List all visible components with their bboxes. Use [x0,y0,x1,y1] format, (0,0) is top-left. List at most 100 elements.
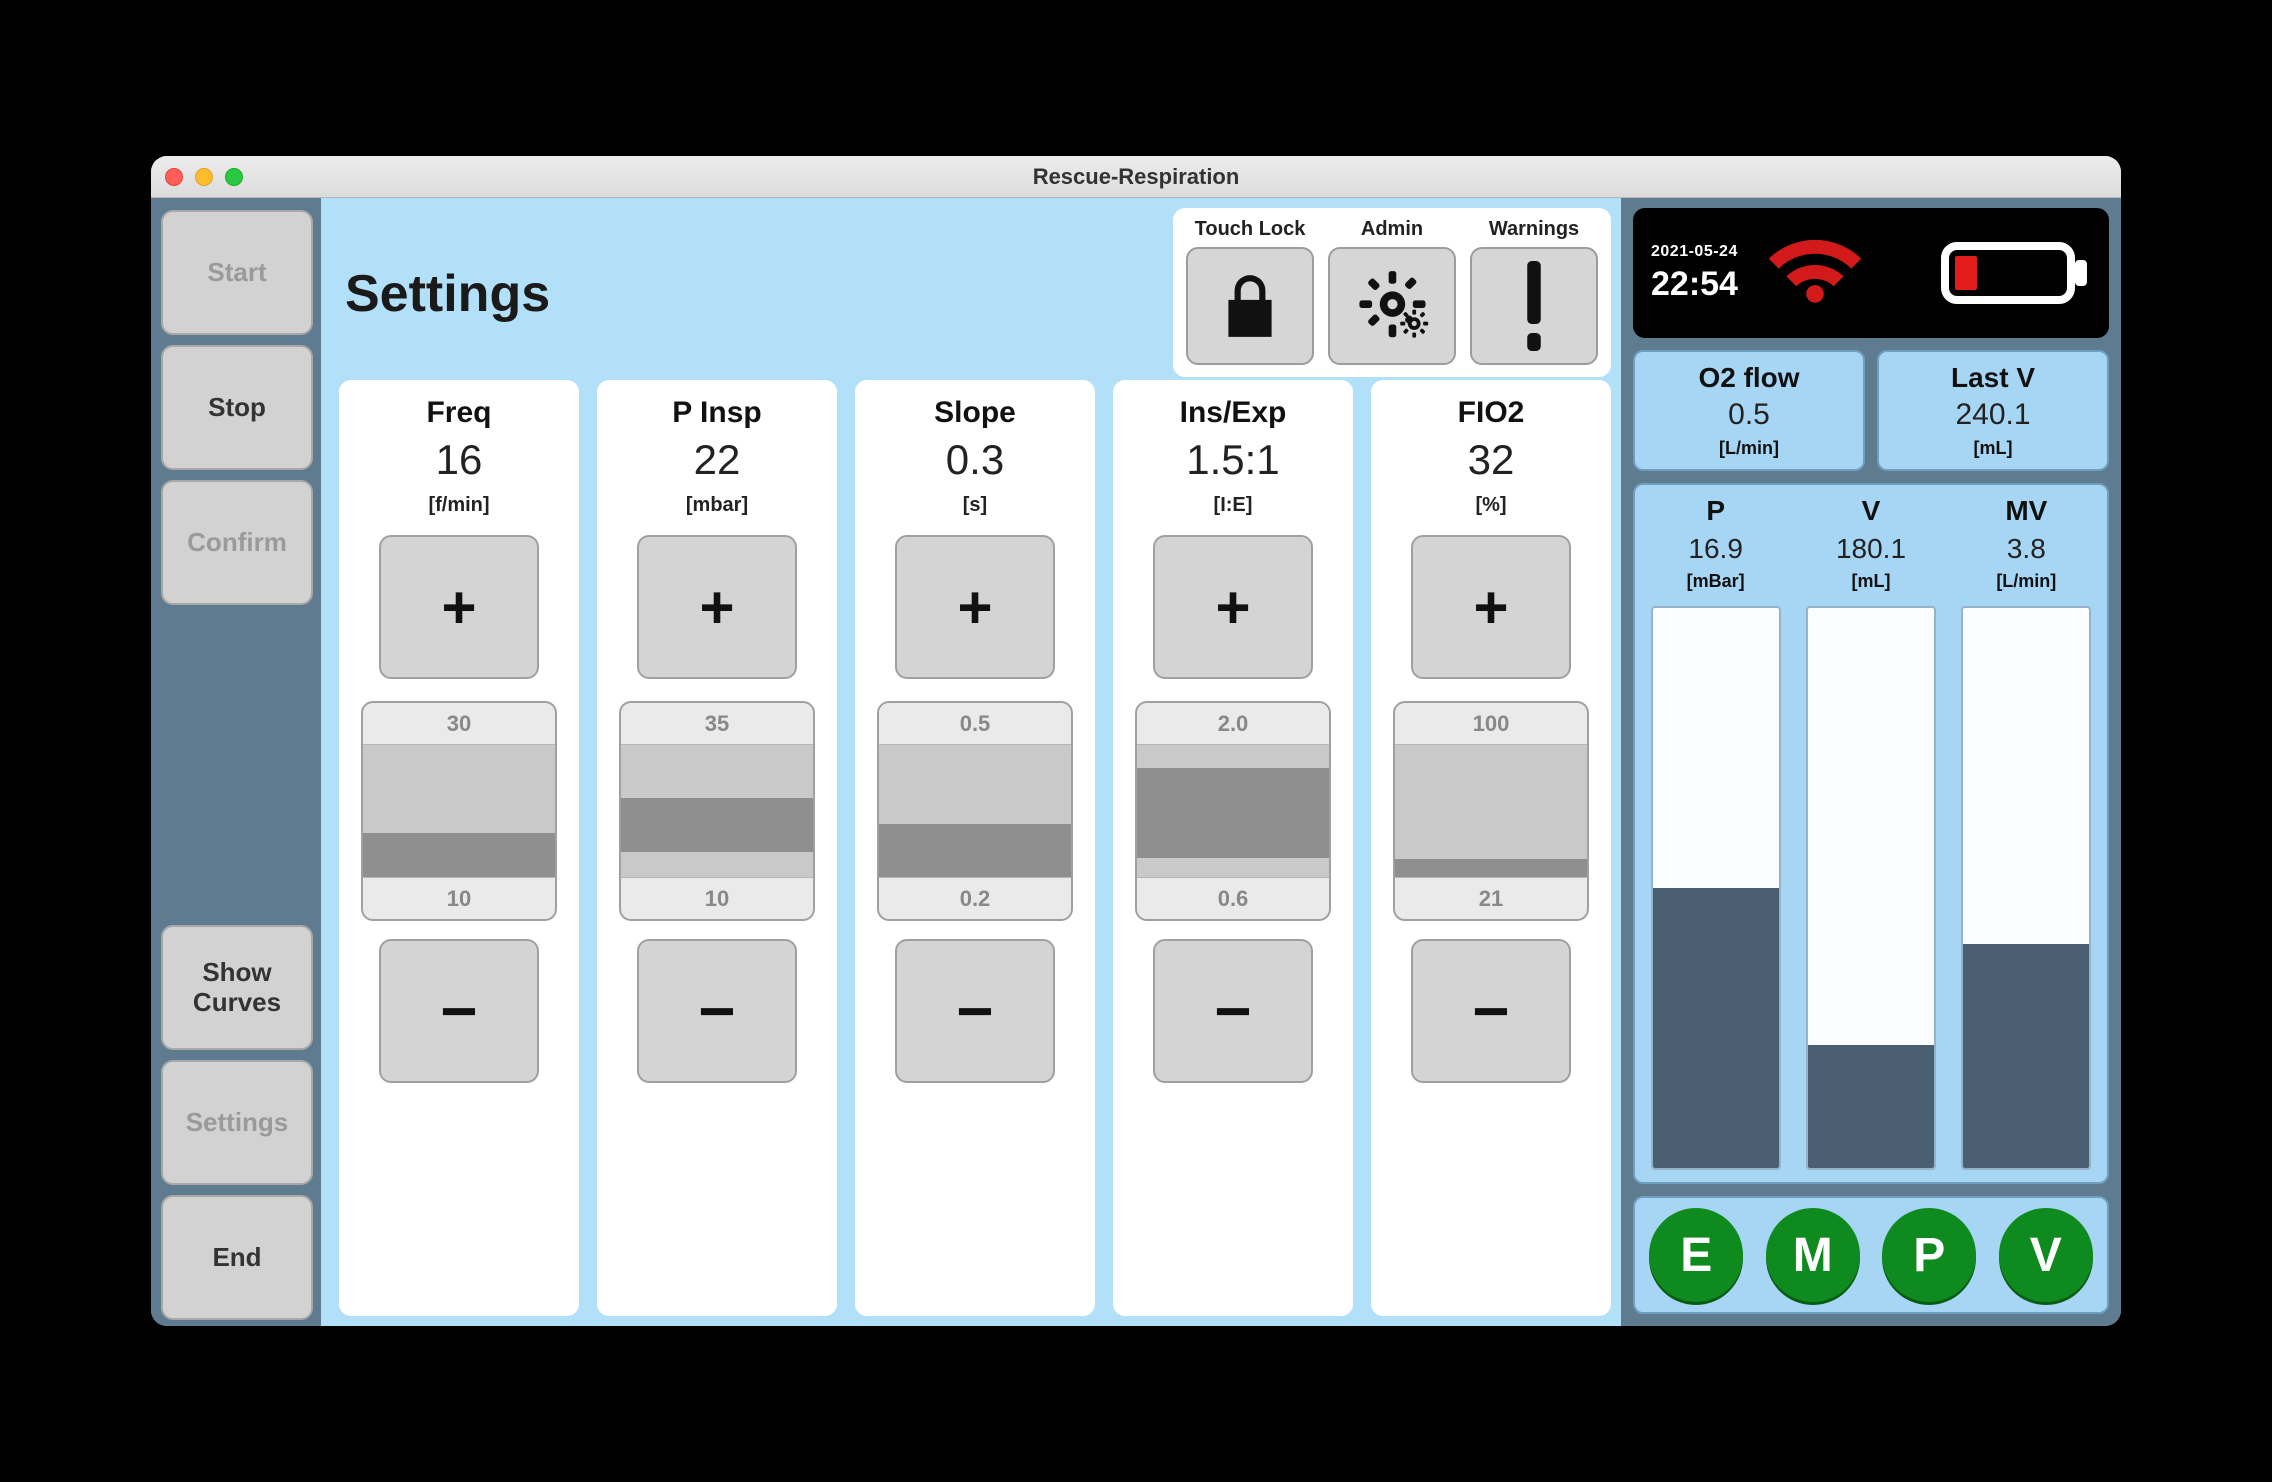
card-unit: [L/min] [1719,438,1779,459]
meter-bar [1651,606,1781,1170]
close-icon[interactable] [165,168,183,186]
letter-p-button[interactable]: P [1882,1208,1976,1302]
traffic-lights [165,168,243,186]
fio2-slider[interactable]: 100 21 [1393,701,1589,921]
pinsp-slider[interactable]: 35 10 [619,701,815,921]
toolbar: Touch Lock Admin [1173,208,1611,377]
col-value: 1.5:1 [1186,436,1279,484]
slope-plus-button[interactable]: + [895,535,1055,679]
show-curves-button[interactable]: Show Curves [161,925,313,1050]
slope-slider[interactable]: 0.5 0.2 [877,701,1073,921]
col-title: P Insp [672,396,761,430]
insexp-plus-button[interactable]: + [1153,535,1313,679]
fio2-minus-button[interactable]: − [1411,939,1571,1083]
card-value: 240.1 [1955,398,2030,432]
col-unit: [f/min] [428,494,489,517]
card-value: 0.5 [1728,398,1770,432]
col-value: 22 [694,436,741,484]
right-panel: 2021-05-24 22:54 O2 flow 0.5 [1621,198,2121,1326]
setting-col-slope: Slope 0.3 [s] + 0.5 0.2 − [855,380,1095,1316]
slider-thumb[interactable] [621,798,813,852]
meter-fill [1963,944,2089,1168]
page-title: Settings [345,264,550,324]
insexp-minus-button[interactable]: − [1153,939,1313,1083]
insexp-slider[interactable]: 2.0 0.6 [1135,701,1331,921]
lastv-card: Last V 240.1 [mL] [1877,350,2109,471]
app-body: Start Stop Confirm Show Curves Settings … [151,198,2121,1326]
meter-value: 180.1 [1836,533,1906,565]
fio2-plus-button[interactable]: + [1411,535,1571,679]
stop-button[interactable]: Stop [161,345,313,470]
warnings-button[interactable] [1470,247,1598,365]
slider-min: 21 [1395,877,1587,919]
slider-min: 10 [363,877,555,919]
touch-lock-label: Touch Lock [1195,218,1306,241]
meter-bar [1961,606,2091,1170]
meter-value: 3.8 [2007,533,2046,565]
col-title: Slope [934,396,1016,430]
main-header: Settings Touch Lock Admin [339,208,1611,378]
admin-cell: Admin [1327,218,1457,365]
letter-v-button[interactable]: V [1999,1208,2093,1302]
meter-v: V 180.1 [mL] [1800,495,1941,1170]
meter-value: 16.9 [1688,533,1743,565]
admin-button[interactable] [1328,247,1456,365]
warnings-cell: Warnings [1469,218,1599,365]
slider-thumb[interactable] [1395,859,1587,877]
settings-columns: Freq 16 [f/min] + 30 10 − P Insp [339,380,1611,1316]
col-unit: [s] [963,494,987,517]
o2flow-card: O2 flow 0.5 [L/min] [1633,350,1865,471]
meters-card: P 16.9 [mBar] V 180.1 [mL] MV 3.8 [L/min… [1633,483,2109,1184]
status-date: 2021-05-24 [1651,243,1738,261]
slider-max: 30 [363,703,555,745]
zoom-icon[interactable] [225,168,243,186]
app-window: Rescue-Respiration Start Stop Confirm Sh… [151,156,2121,1326]
col-title: FIO2 [1458,396,1525,430]
card-title: O2 flow [1698,362,1799,394]
start-button[interactable]: Start [161,210,313,335]
warnings-label: Warnings [1489,218,1579,241]
freq-plus-button[interactable]: + [379,535,539,679]
slider-thumb[interactable] [879,824,1071,878]
battery-icon [1941,238,2091,308]
meter-title: V [1862,495,1881,527]
sidebar: Start Stop Confirm Show Curves Settings … [151,198,321,1326]
slope-minus-button[interactable]: − [895,939,1055,1083]
meter-unit: [mL] [1851,571,1890,592]
slider-max: 2.0 [1137,703,1329,745]
setting-col-insexp: Ins/Exp 1.5:1 [I:E] + 2.0 0.6 − [1113,380,1353,1316]
pinsp-plus-button[interactable]: + [637,535,797,679]
col-unit: [%] [1475,494,1506,517]
touch-lock-button[interactable] [1186,247,1314,365]
meter-bar [1806,606,1936,1170]
card-title: Last V [1951,362,2035,394]
slider-thumb[interactable] [1137,768,1329,858]
minimize-icon[interactable] [195,168,213,186]
freq-minus-button[interactable]: − [379,939,539,1083]
meter-fill [1808,1045,1934,1168]
letter-e-button[interactable]: E [1649,1208,1743,1302]
meter-title: P [1706,495,1725,527]
end-button[interactable]: End [161,1195,313,1320]
confirm-button[interactable]: Confirm [161,480,313,605]
slider-min: 0.6 [1137,877,1329,919]
pinsp-minus-button[interactable]: − [637,939,797,1083]
lock-icon [1213,269,1287,343]
settings-button[interactable]: Settings [161,1060,313,1185]
slider-max: 100 [1395,703,1587,745]
meter-mv: MV 3.8 [L/min] [1956,495,2097,1170]
meter-fill [1653,888,1779,1168]
titlebar: Rescue-Respiration [151,156,2121,198]
freq-slider[interactable]: 30 10 [361,701,557,921]
meter-unit: [mBar] [1687,571,1745,592]
gears-icon [1355,269,1429,343]
setting-col-fio2: FIO2 32 [%] + 100 21 − [1371,380,1611,1316]
letter-m-button[interactable]: M [1766,1208,1860,1302]
card-unit: [mL] [1974,438,2013,459]
main-panel: Settings Touch Lock Admin [321,198,1621,1326]
exclaim-icon [1519,261,1549,351]
col-title: Freq [426,396,491,430]
col-unit: [mbar] [686,494,748,517]
col-value: 32 [1468,436,1515,484]
touch-lock-cell: Touch Lock [1185,218,1315,365]
